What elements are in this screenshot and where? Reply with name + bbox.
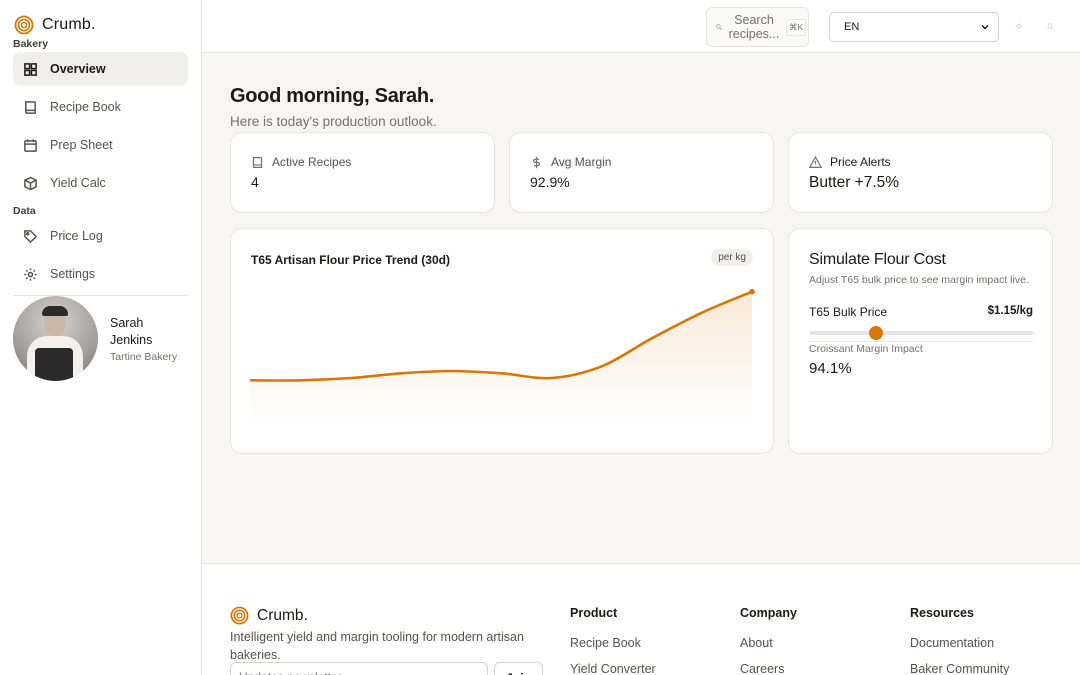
divider	[809, 341, 1033, 342]
footer-column-heading: Company	[740, 606, 797, 620]
search-icon	[716, 24, 722, 30]
brand-subtitle: Bakery	[13, 38, 49, 50]
bell-icon[interactable]	[1046, 22, 1054, 30]
language-select[interactable]: EN	[829, 12, 999, 42]
chevron-down-icon	[981, 24, 989, 30]
slider-thumb[interactable]	[869, 326, 884, 340]
chart-area-fill	[251, 291, 752, 427]
stat-card-price-alerts[interactable]: Price Alerts Butter +7.5%	[788, 132, 1053, 213]
sidebar-section-label: Data	[13, 205, 36, 217]
footer-link[interactable]: Yield Converter	[570, 662, 656, 675]
footer-column-company: Company About Careers	[740, 606, 797, 675]
footer-link[interactable]: Careers	[740, 662, 797, 675]
newsletter-input[interactable]	[230, 662, 488, 675]
sun-icon[interactable]	[1015, 22, 1023, 30]
footer-column-product: Product Recipe Book Yield Converter	[570, 606, 656, 675]
footer-link[interactable]: Baker Community	[910, 662, 1009, 675]
footer-column-heading: Resources	[910, 606, 974, 620]
impact-label: Croissant Margin Impact	[809, 343, 923, 355]
footer-link[interactable]: About	[740, 636, 797, 650]
sidebar: Crumb. Bakery Overview Recipe Book Prep …	[0, 0, 202, 675]
footer-tagline: Intelligent yield and margin tooling for…	[230, 630, 524, 662]
alert-triangle-icon	[809, 155, 822, 168]
gear-icon	[24, 267, 37, 281]
footer-link[interactable]: Documentation	[910, 636, 1009, 650]
stat-card-active-recipes[interactable]: Active Recipes 4	[230, 132, 495, 213]
sidebar-item-prep-sheet[interactable]: Prep Sheet	[13, 128, 188, 162]
sidebar-item-recipe-book[interactable]: Recipe Book	[13, 90, 188, 124]
user-last-name: Jenkins	[110, 332, 153, 347]
dollar-icon	[533, 156, 540, 168]
stat-label: Active Recipes	[272, 155, 352, 169]
grid-icon	[24, 62, 37, 76]
cube-icon	[24, 176, 37, 190]
sidebar-item-overview[interactable]: Overview	[13, 52, 188, 86]
flour-price-slider[interactable]	[809, 326, 1033, 340]
main-content: Good morning, Sarah. Here is today's pro…	[202, 53, 1080, 563]
sidebar-item-label: Yield Calc	[50, 176, 106, 190]
impact-value: 94.1%	[809, 360, 852, 377]
stat-label: Avg Margin	[551, 155, 612, 169]
simulator-subtitle: Adjust T65 bulk price to see margin impa…	[809, 274, 1029, 286]
crumb-logo-icon	[14, 15, 34, 35]
user-card[interactable]: Sarah Jenkins Tartine Bakery	[13, 296, 177, 381]
stat-value: 4	[251, 174, 259, 190]
simulator-card: Simulate Flour Cost Adjust T65 bulk pric…	[788, 228, 1053, 454]
stat-label: Price Alerts	[830, 155, 891, 169]
page-title: Good morning, Sarah.	[230, 85, 435, 107]
topbar: Search recipes... ⌘K EN	[202, 0, 1080, 53]
footer-brand[interactable]: Crumb.	[230, 606, 308, 625]
price-row: T65 Bulk Price $1.15/kg	[809, 305, 1033, 319]
language-value: EN	[844, 21, 860, 33]
price-value: $1.15/kg	[987, 305, 1033, 317]
sidebar-item-label: Recipe Book	[50, 100, 121, 114]
avatar	[13, 296, 98, 381]
footer: Crumb. Intelligent yield and margin tool…	[202, 563, 1080, 675]
brand-name: Crumb.	[42, 16, 96, 33]
book-icon	[25, 100, 36, 114]
sidebar-item-settings[interactable]: Settings	[13, 257, 188, 291]
chart-card: T65 Artisan Flour Price Trend (30d) per …	[230, 228, 774, 454]
price-label: T65 Bulk Price	[809, 305, 888, 319]
chart-data-point	[749, 288, 755, 295]
join-button[interactable]: Join	[494, 662, 543, 675]
sidebar-item-label: Settings	[50, 267, 96, 281]
user-org: Tartine Bakery	[110, 350, 178, 363]
footer-column-resources: Resources Documentation Baker Community	[910, 606, 1009, 675]
search-shortcut: ⌘K	[786, 18, 807, 36]
search-placeholder: Search recipes...	[728, 13, 780, 41]
page-subtitle: Here is today's production outlook.	[230, 114, 437, 129]
crumb-logo-icon	[230, 606, 249, 625]
user-first-name: Sarah	[110, 315, 144, 330]
stat-value: Butter +7.5%	[809, 174, 900, 191]
chart-title: T65 Artisan Flour Price Trend (30d)	[251, 253, 450, 267]
calendar-icon	[24, 138, 37, 152]
footer-column-heading: Product	[570, 606, 618, 620]
footer-link[interactable]: Recipe Book	[570, 636, 656, 650]
brand[interactable]: Crumb.	[14, 15, 96, 35]
footer-brand-name: Crumb.	[257, 606, 308, 624]
sidebar-item-label: Prep Sheet	[50, 138, 113, 152]
sidebar-item-label: Price Log	[50, 229, 103, 243]
simulator-title: Simulate Flour Cost	[809, 251, 946, 268]
tag-icon	[24, 229, 38, 243]
search-input[interactable]: Search recipes... ⌘K	[706, 7, 809, 47]
sidebar-item-label: Overview	[50, 62, 106, 76]
unit-chip: per kg	[711, 249, 753, 266]
stat-card-avg-margin[interactable]: Avg Margin 92.9%	[509, 132, 774, 213]
sidebar-item-price-log[interactable]: Price Log	[13, 219, 188, 253]
sidebar-item-yield-calc[interactable]: Yield Calc	[13, 166, 188, 200]
price-trend-chart	[249, 288, 755, 427]
stat-value: 92.9%	[530, 174, 570, 190]
book-icon	[252, 156, 263, 168]
